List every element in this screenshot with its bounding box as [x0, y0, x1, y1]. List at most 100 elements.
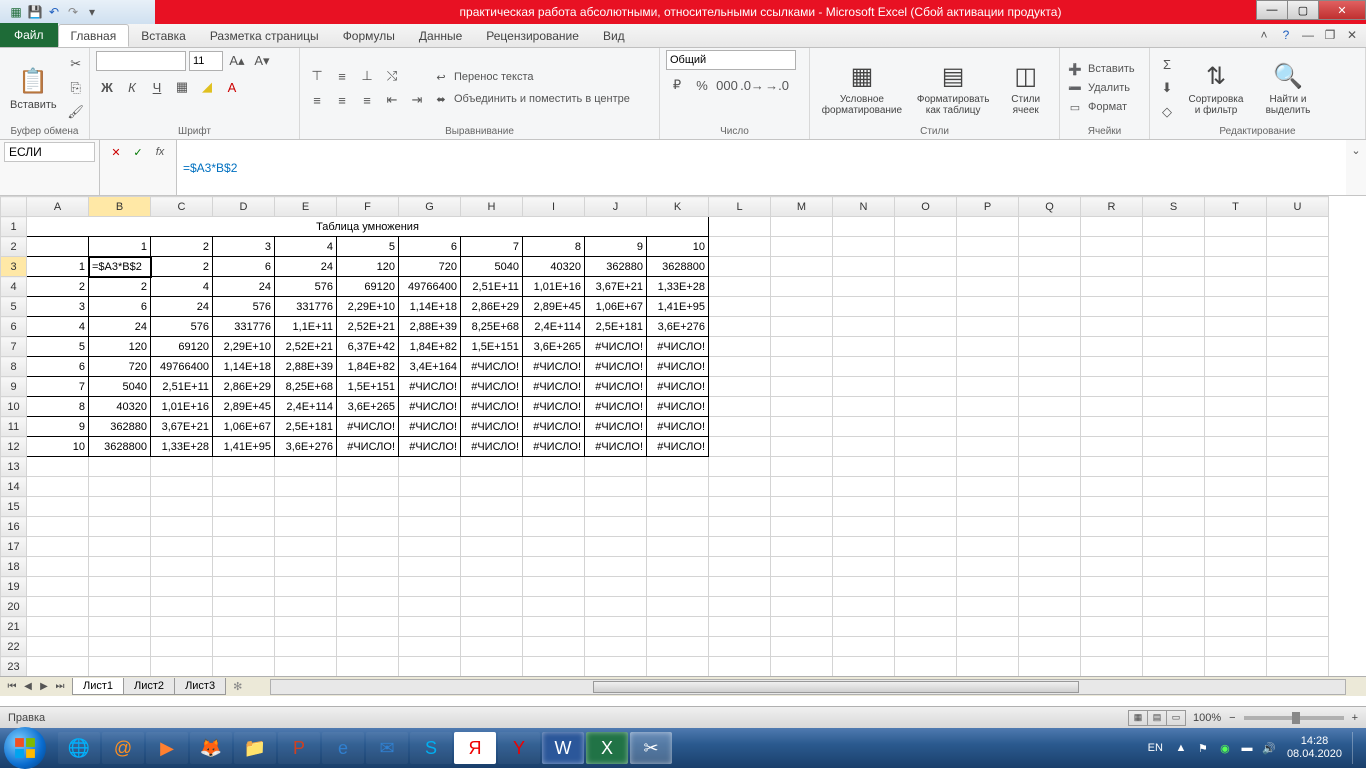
cell[interactable] [523, 457, 585, 477]
task-skype-icon[interactable]: S [410, 732, 452, 764]
cell[interactable] [771, 517, 833, 537]
cell[interactable]: 1,5E+151 [461, 337, 523, 357]
cell[interactable] [213, 477, 275, 497]
column-header[interactable]: N [833, 197, 895, 217]
cell[interactable] [1081, 557, 1143, 577]
cell[interactable] [833, 497, 895, 517]
column-header[interactable]: P [957, 197, 1019, 217]
cell[interactable] [1205, 617, 1267, 637]
minimize-button[interactable]: — [1256, 0, 1288, 20]
cell[interactable] [771, 337, 833, 357]
cell[interactable] [957, 417, 1019, 437]
cell[interactable] [1081, 237, 1143, 257]
formula-expand-icon[interactable]: ⌄ [1346, 140, 1366, 195]
cell[interactable] [585, 597, 647, 617]
cell[interactable]: #ЧИСЛО! [461, 397, 523, 417]
cell[interactable] [585, 617, 647, 637]
fill-color-icon[interactable]: ◢ [196, 76, 218, 98]
cell[interactable] [833, 257, 895, 277]
cell[interactable] [213, 597, 275, 617]
cell[interactable] [399, 577, 461, 597]
cell[interactable] [1205, 657, 1267, 677]
cell[interactable]: 2,29E+10 [213, 337, 275, 357]
cell[interactable] [647, 457, 709, 477]
cell[interactable] [771, 417, 833, 437]
cell[interactable] [1019, 617, 1081, 637]
row-header[interactable]: 23 [1, 657, 27, 677]
cell[interactable] [895, 637, 957, 657]
cell[interactable] [1267, 557, 1329, 577]
cell[interactable]: 8 [27, 397, 89, 417]
cell[interactable] [399, 537, 461, 557]
cell[interactable] [89, 477, 151, 497]
cell[interactable] [89, 497, 151, 517]
sort-filter-button[interactable]: ⇅Сортировка и фильтр [1182, 58, 1250, 118]
border-icon[interactable]: ▦ [171, 76, 193, 98]
font-color-icon[interactable]: A [221, 76, 243, 98]
cell[interactable] [585, 497, 647, 517]
cell[interactable] [27, 537, 89, 557]
cell[interactable] [709, 277, 771, 297]
cell[interactable] [399, 637, 461, 657]
sheet-tab[interactable]: Лист3 [174, 678, 226, 695]
cell[interactable]: #ЧИСЛО! [647, 397, 709, 417]
cell[interactable]: 40320 [523, 257, 585, 277]
cell[interactable] [399, 617, 461, 637]
row-header[interactable]: 7 [1, 337, 27, 357]
cell[interactable] [337, 457, 399, 477]
ribbon-tab[interactable]: Вид [591, 24, 637, 47]
zoom-in-icon[interactable]: + [1352, 712, 1358, 724]
cell[interactable]: 2,86E+29 [461, 297, 523, 317]
zoom-slider[interactable] [1244, 716, 1344, 720]
cell[interactable]: 4 [27, 317, 89, 337]
cell[interactable]: #ЧИСЛО! [337, 417, 399, 437]
cell[interactable]: 3,6E+265 [337, 397, 399, 417]
cell[interactable] [89, 577, 151, 597]
decrease-decimal-icon[interactable]: →.0 [766, 74, 788, 96]
cell[interactable]: 2 [89, 277, 151, 297]
cell[interactable]: 2,5E+181 [275, 417, 337, 437]
workbook-close-icon[interactable]: ✕ [1344, 27, 1360, 43]
cell[interactable]: #ЧИСЛО! [647, 377, 709, 397]
cell[interactable] [1019, 237, 1081, 257]
cell[interactable] [1019, 437, 1081, 457]
cell[interactable]: 4 [275, 237, 337, 257]
cancel-icon[interactable]: ✕ [106, 142, 126, 162]
insert-cells-button[interactable]: ➕Вставить [1066, 60, 1135, 78]
column-header[interactable]: S [1143, 197, 1205, 217]
cell[interactable] [1267, 397, 1329, 417]
cell[interactable] [1081, 437, 1143, 457]
cell[interactable] [585, 477, 647, 497]
cell[interactable]: 5 [27, 337, 89, 357]
cell[interactable]: #ЧИСЛО! [585, 417, 647, 437]
cell[interactable] [833, 297, 895, 317]
cell[interactable] [585, 517, 647, 537]
cell[interactable] [337, 497, 399, 517]
format-table-button[interactable]: ▤Форматировать как таблицу [912, 58, 995, 118]
cell[interactable]: 2,51E+11 [151, 377, 213, 397]
cell[interactable] [771, 217, 833, 237]
lang-indicator[interactable]: EN [1148, 742, 1163, 754]
cell[interactable] [275, 617, 337, 637]
cell[interactable] [709, 257, 771, 277]
cell[interactable] [771, 277, 833, 297]
tray-up-icon[interactable]: ▲ [1173, 740, 1189, 756]
cell[interactable] [709, 417, 771, 437]
cell[interactable] [1143, 617, 1205, 637]
row-header[interactable]: 11 [1, 417, 27, 437]
cell[interactable] [709, 457, 771, 477]
cell[interactable] [399, 517, 461, 537]
cell[interactable] [1081, 597, 1143, 617]
wrap-text-button[interactable]: ↩Перенос текста [432, 68, 630, 86]
file-tab[interactable]: Файл [0, 23, 58, 47]
cell[interactable] [895, 557, 957, 577]
cell[interactable] [1267, 377, 1329, 397]
column-header[interactable]: G [399, 197, 461, 217]
cell[interactable] [151, 537, 213, 557]
cell[interactable] [523, 517, 585, 537]
cell[interactable] [647, 577, 709, 597]
save-icon[interactable]: 💾 [27, 4, 43, 20]
cell[interactable] [833, 397, 895, 417]
cell[interactable] [461, 457, 523, 477]
cell[interactable] [833, 577, 895, 597]
